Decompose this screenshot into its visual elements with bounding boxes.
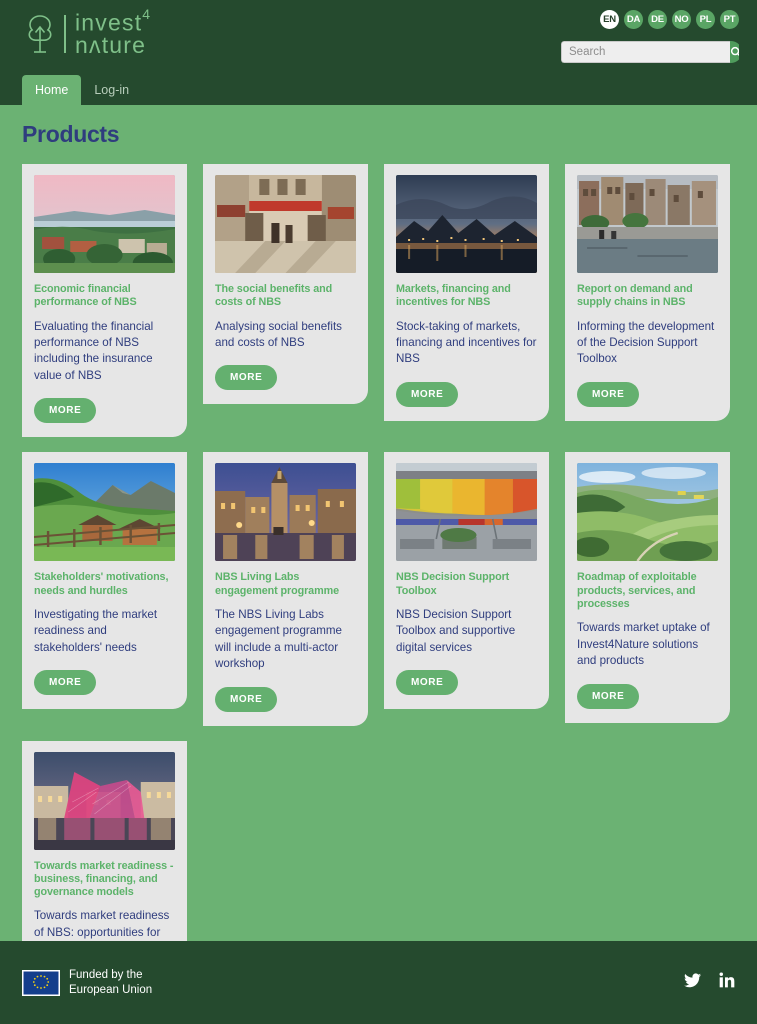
search-submit-button[interactable] [730,41,739,63]
product-card-title: Stakeholders' motivations, needs and hur… [34,571,169,597]
nav-item-login[interactable]: Log-in [81,75,142,105]
funding-line-two: European Union [69,983,153,996]
site-logo[interactable]: invest4 nɅture [20,7,150,60]
logo-divider [64,15,66,53]
main-content: Products Economic financial performance … [0,105,757,1024]
product-card-title: The social benefits and costs of NBS [215,283,333,309]
product-card-title: Report on demand and supply chains in NB… [577,283,693,309]
product-card-title: Towards market readiness - business, fin… [34,859,174,899]
product-card-title: Roadmap of exploitable products, service… [577,571,697,610]
product-card[interactable]: NBS Living Labs engagement programme The… [203,452,368,726]
eu-flag-icon [22,969,60,996]
product-card[interactable]: Economic financial performance of NBS Ev… [22,164,187,438]
oslo-cityscape-at-dusk-image [34,175,175,273]
lang-option-de[interactable]: DE [648,10,667,29]
lang-option-pl[interactable]: PL [696,10,715,29]
product-card-description: NBS Decision Support Toolbox and support… [396,607,516,654]
twitter-icon[interactable] [684,972,701,993]
eu-funding-block: Funded by the European Union [22,968,152,996]
search-input[interactable] [561,41,730,63]
tree-arrow-circle-logo-icon [20,12,60,56]
lang-option-pt[interactable]: PT [720,10,739,29]
copenhagen-canal-waterfront-image [577,175,718,273]
more-button[interactable]: MORE [396,670,459,696]
logo-line-two: nɅture [75,32,147,59]
product-card-description: The NBS Living Labs engagement programme… [215,607,342,671]
more-button[interactable]: MORE [34,670,97,696]
product-card[interactable]: Roadmap of exploitable products, service… [565,452,730,723]
site-header: invest4 nɅture EN DA DE NO PL PT [0,0,757,75]
language-switcher: EN DA DE NO PL PT [600,10,739,29]
page-title: Products [22,121,120,147]
pedestrian-market-street-image [215,175,356,273]
more-button[interactable]: MORE [577,683,640,709]
more-button[interactable]: MORE [577,381,640,407]
logo-wordmark: invest4 nɅture [75,7,150,59]
product-card-description: Towards market uptake of Invest4Nature s… [577,621,710,668]
eu-funding-text: Funded by the European Union [69,968,152,996]
social-links [684,972,735,993]
product-card-title: Markets, financing and incentives for NB… [396,283,511,309]
linkedin-icon[interactable] [719,972,735,993]
main-navigation: Home Log-in [0,75,757,105]
funding-line-one: Funded by the [69,969,143,982]
product-card-description: Evaluating the financial performance of … [34,319,154,382]
page-root: invest4 nɅture EN DA DE NO PL PT Home Lo… [0,0,757,1024]
product-card-title: Economic financial performance of NBS [34,283,137,309]
arctic-fjord-town-at-night-image [396,175,537,273]
nav-item-home[interactable]: Home [22,75,82,105]
product-card[interactable]: The social benefits and costs of NBS Ana… [203,164,368,405]
product-card-title: NBS Decision Support Toolbox [396,571,510,597]
more-button[interactable]: MORE [215,365,278,391]
aros-rainbow-panorama-building-image [396,463,537,562]
logo-line-one: invest [75,9,143,36]
more-button[interactable]: MORE [215,686,278,712]
product-card-description: Informing the development of the Decisio… [577,319,715,366]
product-card[interactable]: Markets, financing and incentives for NB… [384,164,549,421]
more-button[interactable]: MORE [34,398,97,424]
lang-option-da[interactable]: DA [624,10,643,29]
site-footer: Funded by the European Union [0,941,757,1024]
product-card[interactable]: Stakeholders' motivations, needs and hur… [22,452,187,710]
product-card-description: Stock-taking of markets, financing and i… [396,319,537,366]
aerial-green-farmland-hills-image [577,463,718,562]
product-card[interactable]: Report on demand and supply chains in NB… [565,164,730,421]
alpine-valley-with-chalets-image [34,463,175,562]
logo-superscript: 4 [142,6,151,23]
more-button[interactable]: MORE [396,381,459,407]
search-box [561,41,739,63]
lang-option-en[interactable]: EN [600,10,619,29]
product-card-description: Analysing social benefits and costs of N… [215,319,342,349]
search-icon [730,46,739,57]
product-card-title: NBS Living Labs engagement programme [215,571,339,597]
pink-lit-sculpture-on-plaza-image [34,751,175,850]
lang-option-no[interactable]: NO [672,10,691,29]
products-grid: Economic financial performance of NBS Ev… [22,164,735,1024]
product-card[interactable]: NBS Decision Support Toolbox NBS Decisio… [384,452,549,710]
old-town-square-at-dusk-image [215,463,356,562]
product-card-description: Investigating the market readiness and s… [34,607,158,654]
